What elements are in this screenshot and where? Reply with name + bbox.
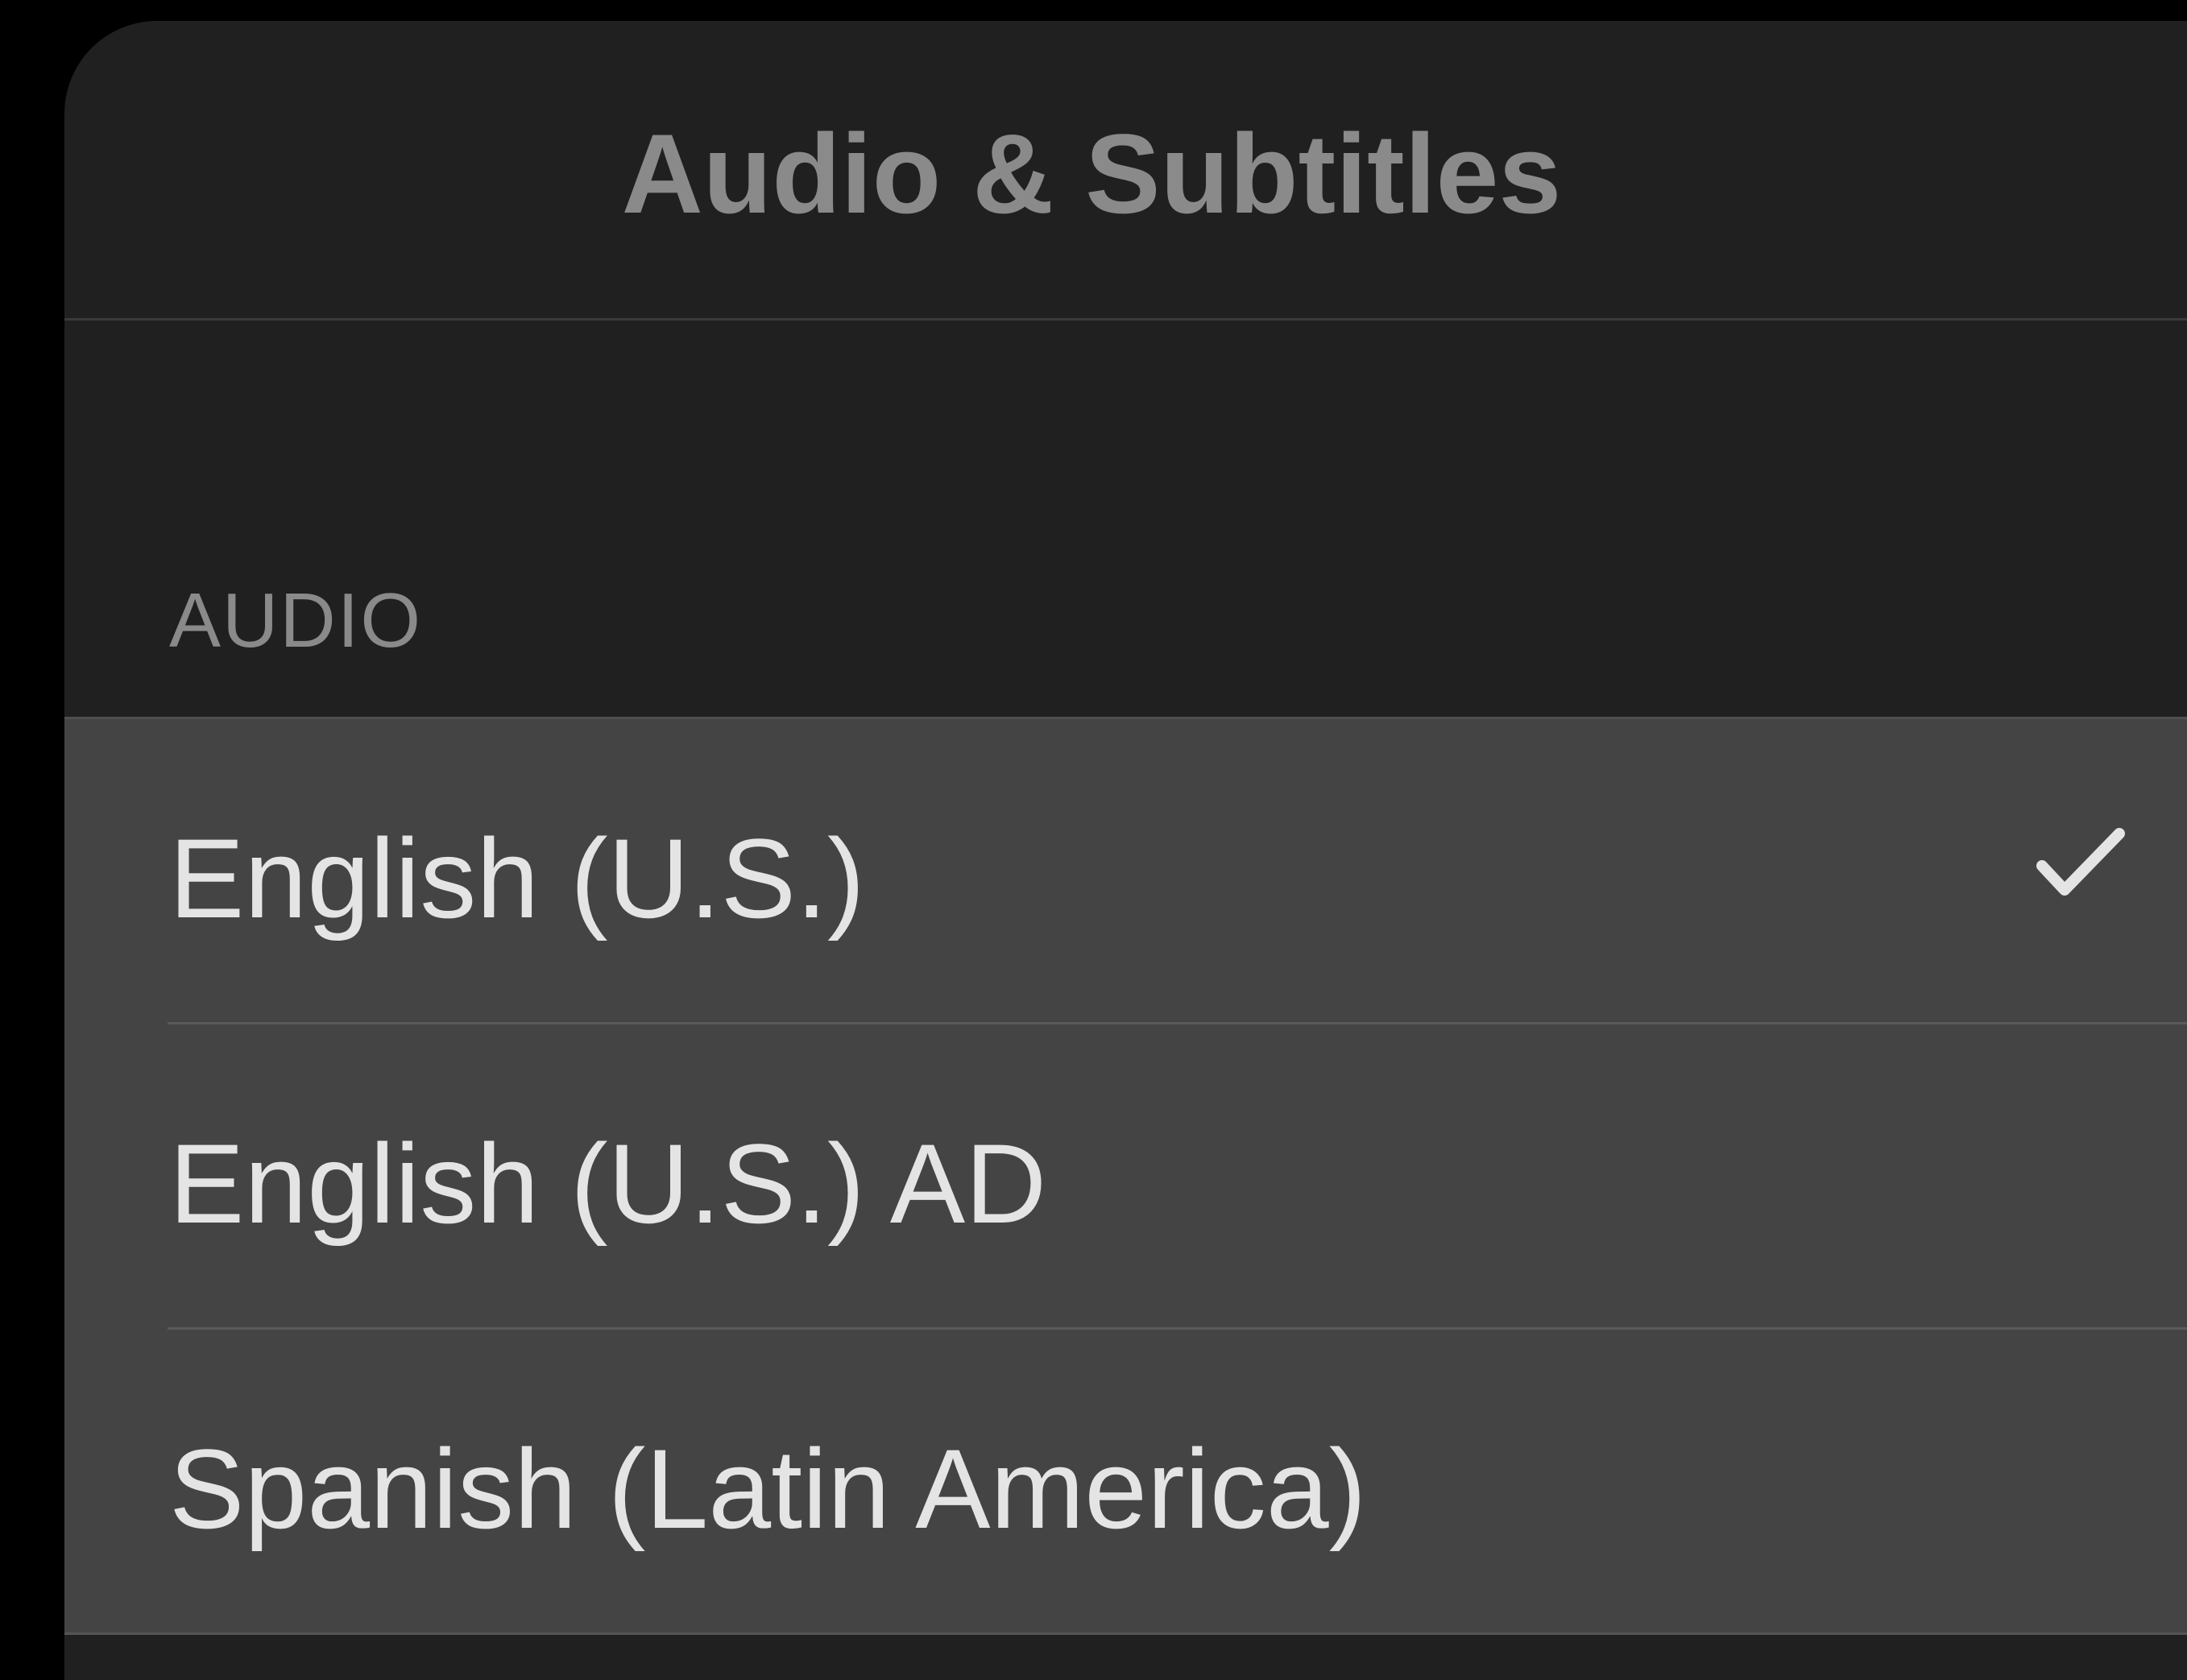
audio-subtitles-sheet: Audio & Subtitles AUDIO English (U.S.) E… [64,21,2187,1680]
audio-option-english-us[interactable]: English (U.S.) [64,719,2187,1024]
audio-option-spanish-latin-america[interactable]: Spanish (Latin America) [64,1330,2187,1635]
sheet-title: Audio & Subtitles [621,110,1562,237]
audio-option-label: English (U.S.) [169,815,865,941]
audio-option-english-us-ad[interactable]: English (U.S.) AD [64,1024,2187,1330]
audio-option-label: Spanish (Latin America) [169,1426,1367,1552]
audio-option-label: English (U.S.) AD [169,1120,1047,1247]
sheet-header: Audio & Subtitles [64,21,2187,321]
checkmark-icon [2036,828,2125,896]
audio-options-list: English (U.S.) English (U.S.) AD Spanish… [64,717,2187,1635]
audio-section-header: AUDIO [169,577,423,664]
